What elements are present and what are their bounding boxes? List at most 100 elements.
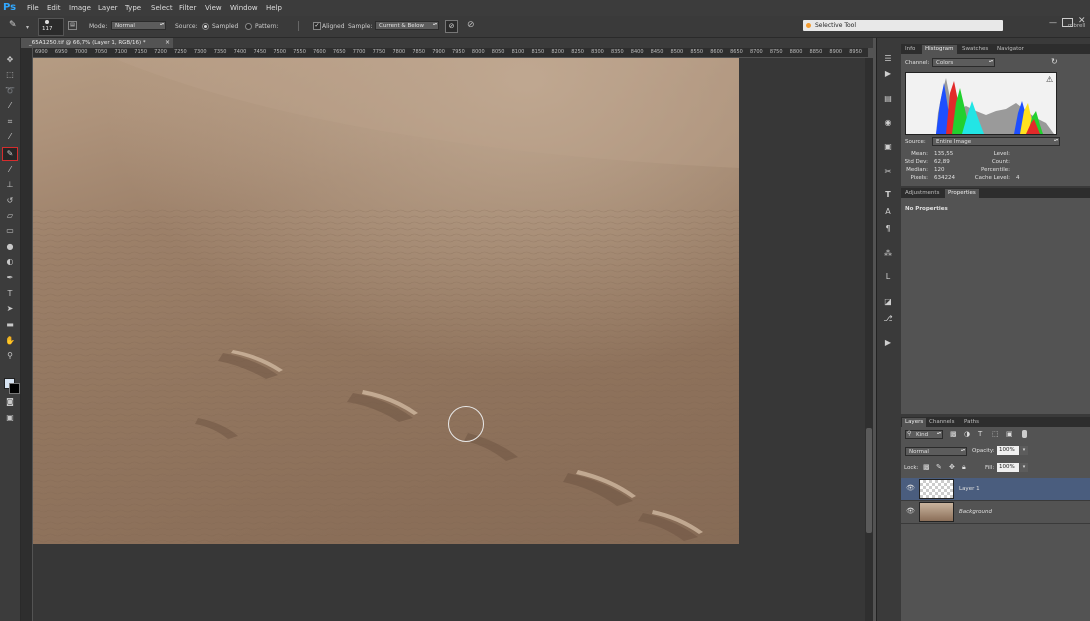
ignore-adjustment-layers-icon[interactable]: ⊘ [445, 20, 458, 33]
tab-info[interactable]: Info [902, 45, 918, 54]
menu-select[interactable]: Select [151, 4, 173, 12]
menu-help[interactable]: Help [266, 4, 282, 12]
aligned-checkbox[interactable]: ✓ [313, 22, 321, 30]
path-select-tool-icon[interactable]: ➤ [3, 303, 17, 315]
menu-file[interactable]: File [27, 4, 39, 12]
filter-smart-object-icon[interactable]: ▣ [1006, 430, 1013, 438]
menu-type[interactable]: Type [125, 4, 141, 12]
pattern-radio[interactable] [245, 23, 252, 30]
sample-select[interactable]: Current & Below [375, 21, 439, 30]
brush-panel-icon[interactable]: ▤ [68, 21, 77, 30]
fill-input[interactable]: 100% [997, 463, 1019, 472]
image-canvas[interactable] [33, 58, 739, 544]
minimize-icon[interactable]: — [1049, 18, 1057, 27]
close-tab-icon[interactable]: × [165, 39, 170, 46]
zoom-tool-icon[interactable]: ⚲ [3, 350, 17, 362]
brush-preset-picker[interactable]: 117 [38, 18, 64, 36]
levels-icon[interactable]: L [880, 270, 896, 283]
tab-properties[interactable]: Properties [945, 189, 979, 198]
lock-image-icon[interactable]: ✎ [936, 463, 942, 471]
clone-stamp-tool-icon[interactable]: ⊥ [3, 179, 17, 191]
camera-panel-icon[interactable]: ◉ [880, 116, 896, 129]
vertical-scrollbar[interactable] [865, 58, 873, 621]
pen-tool-icon[interactable]: ✒ [3, 272, 17, 284]
tab-adjustments[interactable]: Adjustments [902, 189, 942, 198]
dodge-tool-icon[interactable]: ◐ [3, 256, 17, 268]
tab-navigator[interactable]: Navigator [994, 45, 1027, 54]
paragraph-panel-icon[interactable]: ¶ [880, 222, 896, 235]
quick-mask-icon[interactable]: ◙ [3, 396, 17, 408]
lock-all-icon[interactable]: 🔒︎ [962, 463, 966, 472]
blur-tool-icon[interactable]: ● [3, 241, 17, 253]
healing-brush-icon[interactable]: ✎ [9, 20, 17, 30]
menu-image[interactable]: Image [69, 4, 91, 12]
eyedropper-tool-icon[interactable]: ⁄ [3, 131, 17, 143]
layer-name[interactable]: Layer 1 [959, 486, 980, 492]
timeline-icon[interactable]: ▶ [880, 336, 896, 349]
channel-select[interactable]: Colors [932, 58, 995, 67]
brush-presets-icon[interactable]: ⁂ [880, 247, 896, 260]
marquee-tool-icon[interactable]: ⬚ [3, 69, 17, 81]
menu-window[interactable]: Window [230, 4, 258, 12]
opacity-input[interactable]: 100% [997, 446, 1019, 455]
document-tab[interactable]: _65A1250.tif @ 66,7% (Layer 1, RGB/16) *… [21, 38, 173, 48]
gradient-tool-icon[interactable]: ▭ [3, 225, 17, 237]
eraser-tool-icon[interactable]: ▱ [3, 210, 17, 222]
shape-tool-icon[interactable]: ▬ [3, 319, 17, 331]
filter-shape-icon[interactable]: ⬚ [992, 430, 999, 438]
eye-icon[interactable]: 👁︎ [906, 507, 915, 515]
eye-icon[interactable]: 👁︎ [906, 484, 915, 492]
ruler-tick-label: 8850 [809, 49, 823, 55]
clone-source-icon[interactable]: ⎇ [880, 312, 896, 325]
selective-tool-bar[interactable]: Selective Tool [803, 20, 1003, 31]
healing-brush-tool-icon[interactable]: ✎ [2, 147, 18, 161]
tab-channels[interactable]: Channels [926, 418, 957, 427]
background-color-swatch[interactable] [9, 383, 20, 394]
history-brush-tool-icon[interactable]: ↺ [3, 195, 17, 207]
chevron-down-icon[interactable]: ▾ [1020, 463, 1028, 472]
crop-tool-icon[interactable]: ⌗ [3, 116, 17, 128]
history-panel-icon[interactable]: ☰ [880, 52, 896, 65]
blend-mode-select[interactable]: Normal [905, 447, 967, 456]
notes-panel-icon[interactable]: ▤ [880, 92, 896, 105]
character-styles-icon[interactable]: A [880, 205, 896, 218]
refresh-icon[interactable]: ↻ [1051, 57, 1058, 66]
source-select[interactable]: Entire Image [932, 137, 1060, 146]
layer-row-background[interactable]: 👁︎ Background [901, 501, 1090, 524]
tab-histogram[interactable]: Histogram [922, 45, 957, 54]
layer-row-layer-1[interactable]: 👁︎ Layer 1 [901, 478, 1090, 501]
hand-tool-icon[interactable]: ✋ [3, 335, 17, 347]
sampled-radio[interactable] [202, 23, 209, 30]
character-panel-icon[interactable]: T [880, 188, 896, 201]
tool-presets-icon[interactable]: ✂ [880, 165, 896, 178]
brush-tool-icon[interactable]: ⁄ [3, 164, 17, 176]
move-tool-icon[interactable]: ✥ [3, 54, 17, 66]
lock-position-icon[interactable]: ✥ [949, 463, 955, 471]
tab-paths[interactable]: Paths [961, 418, 982, 427]
menu-view[interactable]: View [205, 4, 222, 12]
navigator-panel-icon[interactable]: ▣ [880, 140, 896, 153]
quick-select-tool-icon[interactable]: ⁄ [3, 100, 17, 112]
workspace-label[interactable]: mbrell [1068, 23, 1085, 29]
pressure-size-icon[interactable]: ⊘ [467, 20, 475, 30]
layer-name[interactable]: Background [959, 509, 992, 515]
mode-select[interactable]: Normal [111, 21, 166, 30]
menu-edit[interactable]: Edit [47, 4, 61, 12]
filter-adjustment-icon[interactable]: ◑ [964, 430, 970, 438]
lasso-tool-icon[interactable]: ➰ [3, 85, 17, 97]
tab-swatches[interactable]: Swatches [959, 45, 991, 54]
lock-transparent-icon[interactable]: ▩ [923, 463, 930, 471]
menu-filter[interactable]: Filter [179, 4, 196, 12]
actions-panel-icon[interactable]: ▶ [880, 67, 896, 80]
vertical-scrollbar-thumb[interactable] [866, 428, 872, 533]
filter-pixel-icon[interactable]: ▩ [950, 430, 957, 438]
menu-layer[interactable]: Layer [98, 4, 118, 12]
filter-type-icon[interactable]: T [978, 430, 982, 438]
chevron-down-icon[interactable]: ▾ [1020, 446, 1028, 455]
tab-layers[interactable]: Layers [902, 418, 927, 427]
chevron-down-icon[interactable]: ▾ [26, 24, 29, 31]
layer-comps-icon[interactable]: ◪ [880, 295, 896, 308]
type-tool-icon[interactable]: T [3, 288, 17, 300]
screen-mode-icon[interactable]: ▣ [3, 412, 17, 424]
filter-toggle-icon[interactable] [1022, 430, 1027, 438]
